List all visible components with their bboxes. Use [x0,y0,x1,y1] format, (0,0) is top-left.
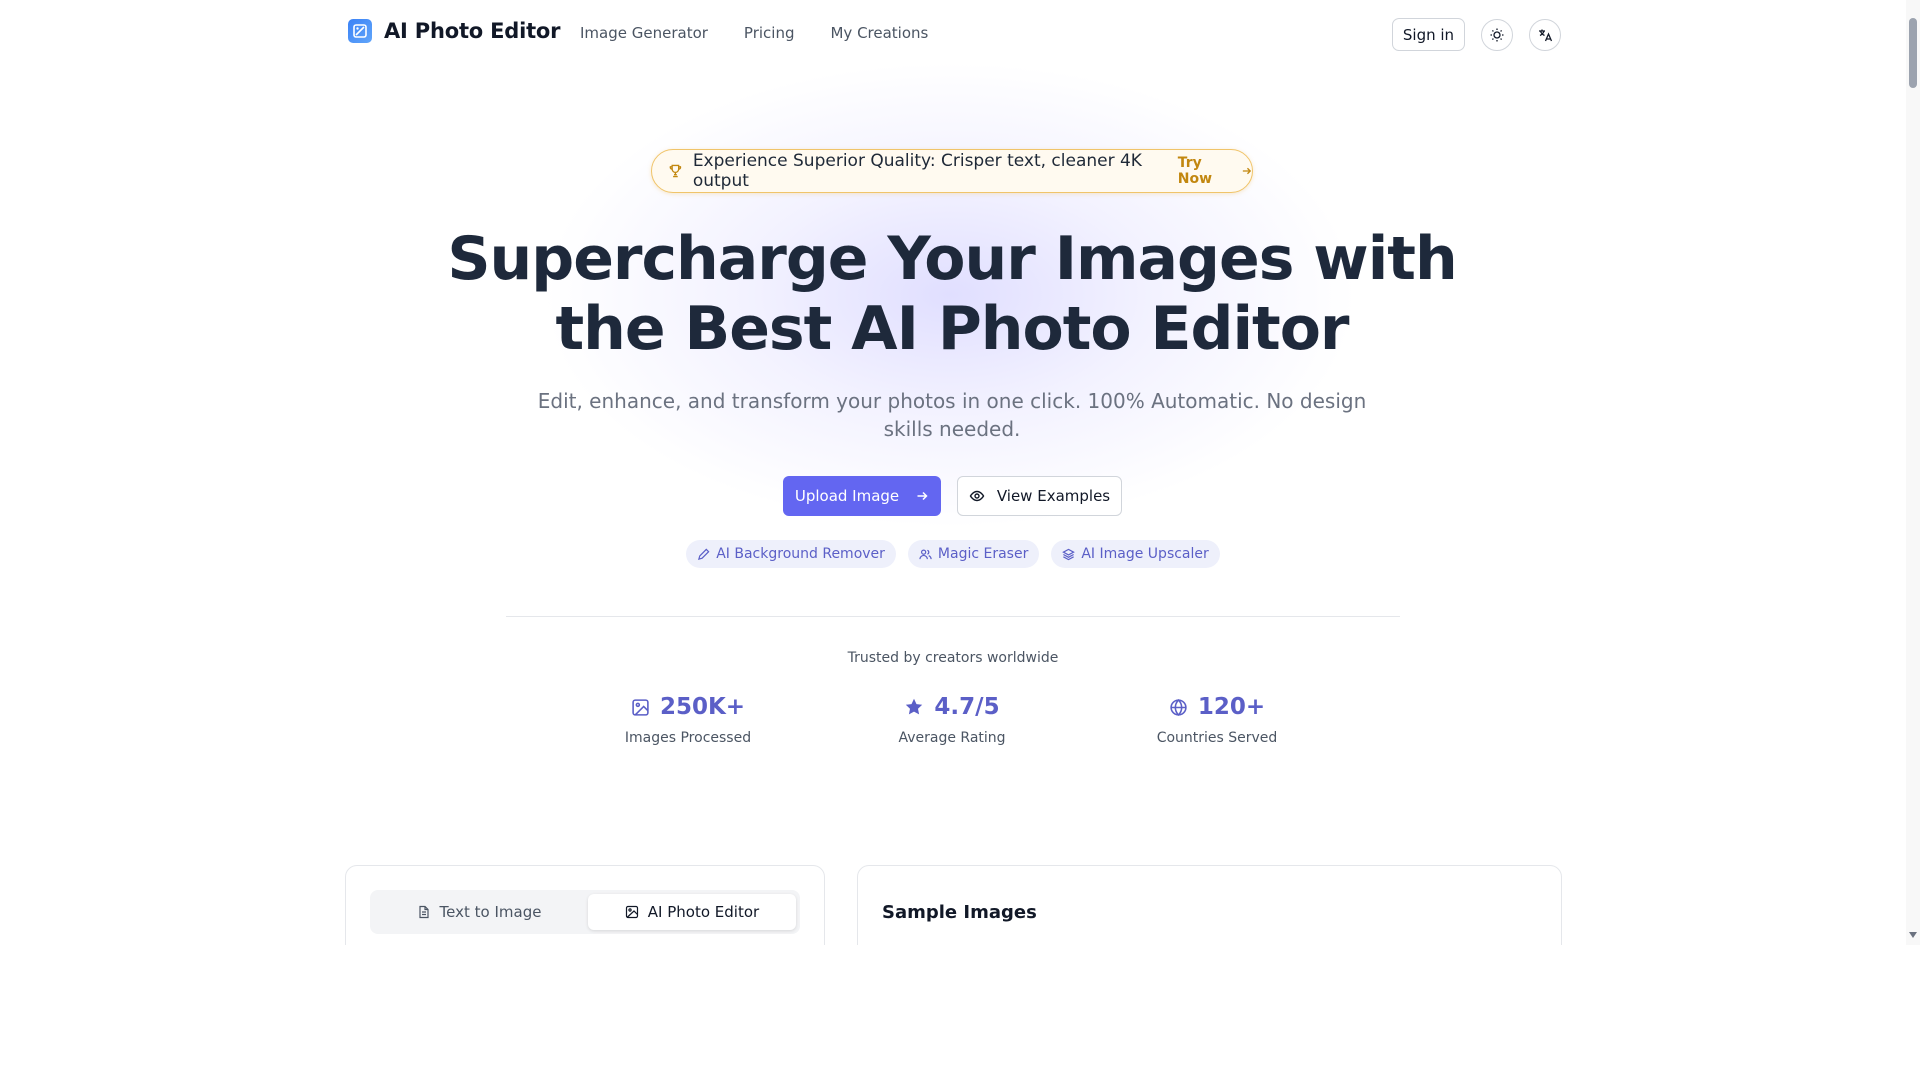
sample-images-title: Sample Images [882,902,1037,923]
brand-logo-icon [348,19,372,43]
nav-my-creations[interactable]: My Creations [830,24,928,42]
brand-name: AI Photo Editor [384,19,561,43]
stat-label: Average Rating [898,730,1006,746]
upload-image-button[interactable]: Upload Image [783,476,941,516]
sun-icon [1490,28,1504,42]
star-icon [906,698,923,715]
chip-label: AI Image Upscaler [1081,546,1209,562]
brand[interactable]: AI Photo Editor [348,19,561,43]
chip-label: Magic Eraser [937,546,1029,562]
tool-panel-card: Text to Image AI Photo Editor [345,865,825,945]
try-now-label: Try Now [1177,155,1213,187]
upload-image-label: Upload Image [794,487,900,505]
stat-label: Countries Served [1156,730,1278,746]
theme-toggle-button[interactable] [1481,19,1513,51]
chip-magic-eraser[interactable]: Magic Eraser [907,540,1040,568]
nav-pricing[interactable]: Pricing [744,24,795,42]
tab-text-to-image[interactable]: Text to Image [374,894,584,930]
chip-image-upscaler[interactable]: AI Image Upscaler [1051,540,1220,568]
sign-in-button[interactable]: Sign in [1392,18,1465,51]
scrollbar[interactable] [1906,0,1920,945]
sample-images-card: Sample Images [857,865,1562,945]
top-nav-bar: AI Photo Editor Image Generator Pricing … [0,0,1902,68]
stat-countries-served: 120+ Countries Served [1137,694,1297,746]
blank-area [0,945,1920,1080]
pencil-icon [698,548,710,560]
stat-label: Images Processed [624,730,752,746]
page-viewport: AI Photo Editor Image Generator Pricing … [0,0,1920,945]
hero-title-line-2: the Best AI Photo Editor [555,294,1349,364]
image-icon [625,905,638,919]
try-now-link[interactable]: Try Now [1178,155,1252,187]
globe-icon [1170,698,1187,716]
view-examples-button[interactable]: View Examples [957,476,1122,516]
tool-tabs: Text to Image AI Photo Editor [370,890,800,934]
announcement-banner[interactable]: Experience Superior Quality: Crisper tex… [651,149,1253,193]
image-icon [632,698,649,716]
nav-image-generator[interactable]: Image Generator [580,24,708,42]
section-divider [506,616,1400,617]
tab-ai-photo-editor[interactable]: AI Photo Editor [588,894,796,930]
hero-title: Supercharge Your Images with the Best AI… [360,224,1544,364]
stat-images-processed: 250K+ Images Processed [608,694,768,746]
document-icon [418,905,429,919]
arrow-right-icon [917,491,928,501]
users-icon [919,549,932,559]
scroll-down-arrow-icon[interactable] [1909,932,1917,938]
stat-average-rating: 4.7/5 Average Rating [872,694,1032,746]
stat-value: 250K+ [659,694,746,720]
layers-icon [1062,548,1076,560]
chip-label: AI Background Remover [716,546,885,562]
hero-subtitle: Edit, enhance, and transform your photos… [537,389,1367,441]
main-nav: Image Generator Pricing My Creations [580,24,928,42]
view-examples-label: View Examples [996,487,1111,505]
eye-icon [969,490,985,502]
tab-label: AI Photo Editor [647,903,760,921]
feature-chips: AI Background Remover Magic Eraser AI Im… [0,540,1906,568]
hero-title-line-1: Supercharge Your Images with [447,224,1457,294]
language-button[interactable] [1529,19,1561,51]
translate-icon [1539,29,1553,42]
tab-label: Text to Image [439,903,542,921]
stat-value: 120+ [1197,694,1266,720]
arrow-right-icon [1242,167,1252,175]
trusted-heading: Trusted by creators worldwide [847,650,1059,666]
chip-background-remover[interactable]: AI Background Remover [686,540,896,568]
stat-value: 4.7/5 [934,694,1000,720]
scrollbar-thumb[interactable] [1909,18,1917,88]
trophy-icon [669,164,682,178]
announcement-text: Experience Superior Quality: Crisper tex… [692,151,1142,191]
